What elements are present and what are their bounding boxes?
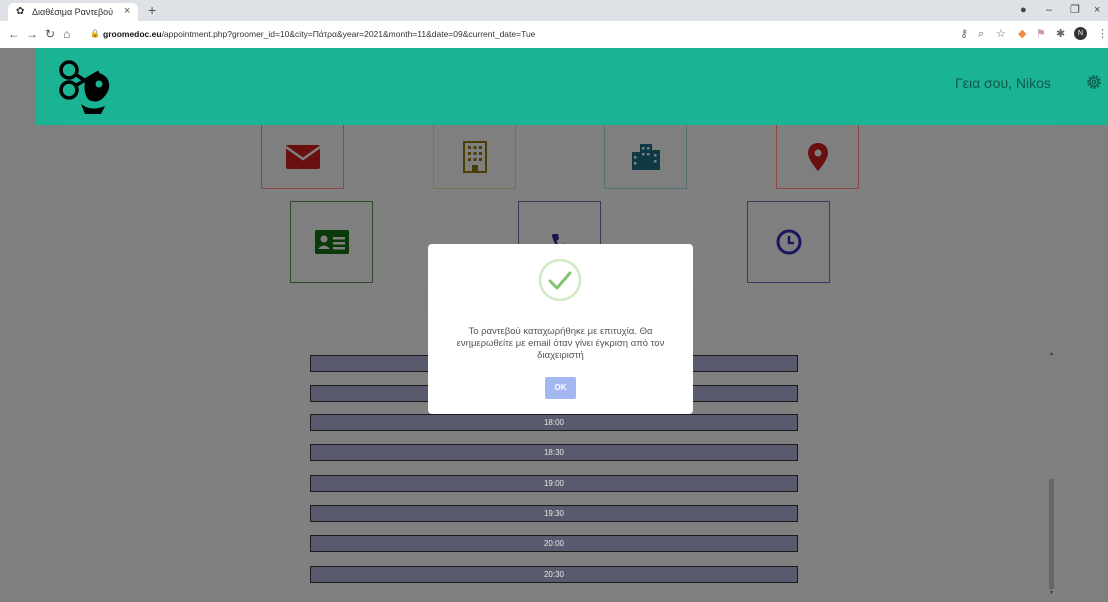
settings-gear-icon[interactable] [1085, 73, 1103, 91]
tab-title: Διαθέσιμα Ραντεβού [32, 7, 114, 17]
lock-icon[interactable]: 🔒 [90, 29, 100, 38]
clock-icon [776, 229, 801, 255]
slots-scrollbar[interactable]: ▲ ▼ [1048, 351, 1055, 596]
browser-toolbar: ← → ↻ ⌂ 🔒 groomedoc.eu/appointment.php?g… [0, 21, 1108, 49]
left-gap [0, 48, 35, 602]
browser-tabstrip: ✿ Διαθέσιμα Ραντεβού × + ● – ❐ × [0, 0, 1108, 21]
scroll-up-arrow-icon[interactable]: ▲ [1048, 351, 1055, 357]
address-bar[interactable]: groomedoc.eu/appointment.php?groomer_id=… [103, 29, 535, 39]
time-slot-button[interactable]: 20:00 [310, 535, 798, 552]
scrollbar-thumb[interactable] [1049, 479, 1054, 589]
extensions-puzzle-icon[interactable]: ✱ [1056, 27, 1065, 41]
time-slot-button[interactable]: 20:30 [310, 566, 798, 583]
time-slot-button[interactable]: 18:00 [310, 414, 798, 431]
forward-icon[interactable]: → [26, 27, 38, 41]
url-host: groomedoc.eu [103, 29, 162, 39]
paw-favicon-icon: ✿ [16, 6, 25, 17]
url-path: /appointment.php?groomer_id=10&city=Πάτρ… [161, 29, 536, 39]
user-greeting[interactable]: Γεια σου, Nikos [955, 75, 1051, 91]
groomer-logo-icon[interactable] [55, 56, 115, 116]
location-info-box[interactable] [776, 125, 859, 189]
record-icon[interactable]: ● [1020, 3, 1027, 17]
id-info-box[interactable] [290, 201, 373, 283]
time-slot-button[interactable]: 19:30 [310, 505, 798, 522]
extension-color-icon[interactable]: ◆ [1018, 27, 1026, 41]
time-slot-button[interactable]: 18:30 [310, 444, 798, 461]
time-slot-button[interactable]: 19:00 [310, 475, 798, 492]
home-icon[interactable]: ⌂ [63, 27, 70, 41]
hours-info-box[interactable] [747, 201, 830, 283]
extension-flag-icon[interactable]: ⚑ [1036, 27, 1046, 41]
tab-close-button[interactable]: × [124, 5, 130, 17]
bookmark-star-icon[interactable]: ☆ [996, 27, 1006, 41]
new-tab-button[interactable]: + [148, 2, 156, 18]
menu-kebab-icon[interactable]: ⋮ [1097, 27, 1108, 41]
back-icon[interactable]: ← [8, 27, 20, 41]
restore-button[interactable]: ❐ [1070, 3, 1080, 17]
city-icon [631, 143, 660, 170]
envelope-icon [285, 144, 320, 169]
success-check-icon [538, 258, 582, 302]
profile-avatar[interactable]: N [1074, 27, 1087, 40]
success-message: Το ραντεβού καταχωρήθηκε με επιτυχία. Θα… [456, 326, 665, 361]
success-dialog: Το ραντεβού καταχωρήθηκε με επιτυχία. Θα… [428, 244, 693, 414]
id-card-icon [314, 230, 349, 254]
reload-icon[interactable]: ↻ [45, 27, 55, 41]
city-info-box[interactable] [604, 125, 687, 189]
ok-button[interactable]: OK [545, 377, 576, 399]
minimize-button[interactable]: – [1046, 3, 1052, 17]
building-icon [462, 140, 487, 173]
map-marker-icon [807, 142, 828, 171]
close-window-button[interactable]: × [1094, 3, 1100, 17]
business-info-box[interactable] [433, 125, 516, 189]
key-icon[interactable]: ⚷ [960, 27, 968, 41]
scroll-down-arrow-icon[interactable]: ▼ [1048, 590, 1055, 596]
email-info-box[interactable] [261, 125, 344, 189]
zoom-icon[interactable]: ⌕ [978, 27, 984, 41]
site-header: Γεια σου, Nikos [35, 48, 1108, 125]
browser-tab[interactable]: ✿ Διαθέσιμα Ραντεβού × [8, 3, 138, 21]
